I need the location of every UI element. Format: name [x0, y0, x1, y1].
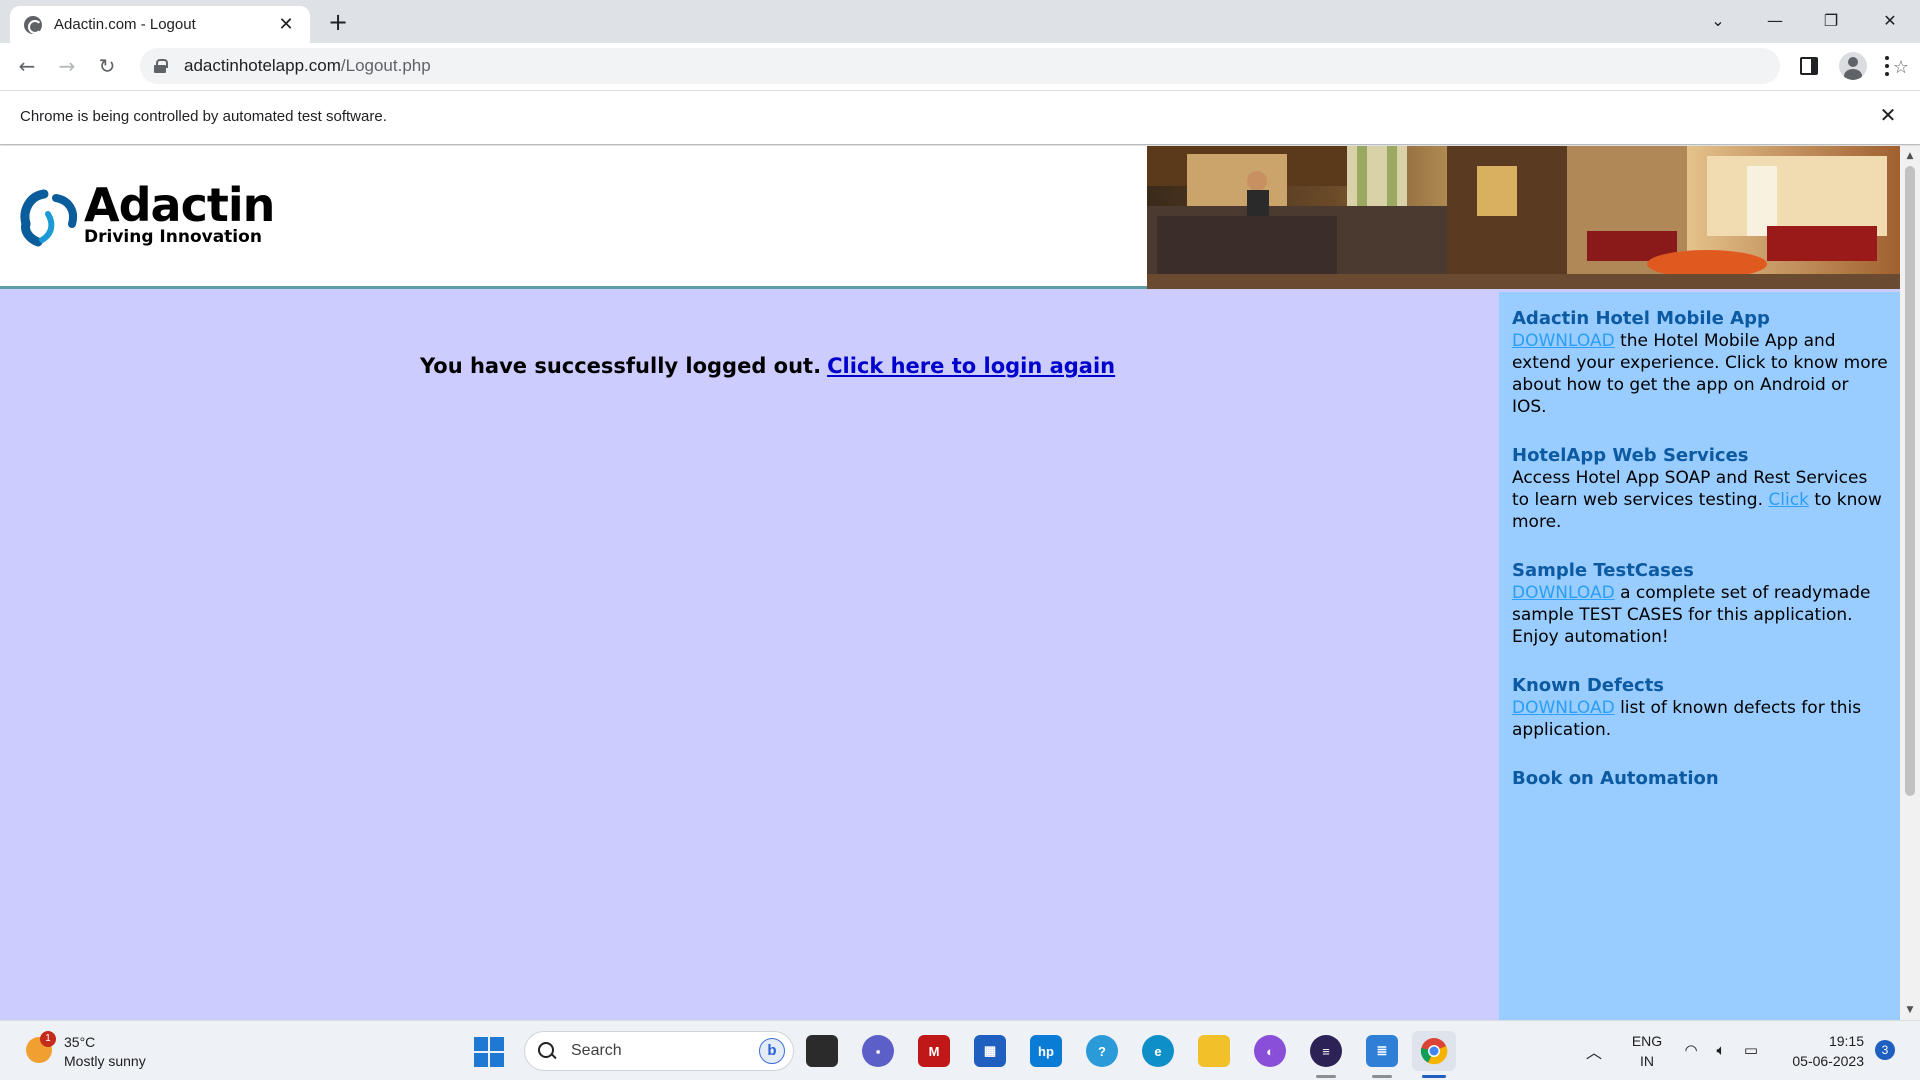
forward-arrow-icon[interactable]: → [52, 51, 82, 81]
meet-chat-icon[interactable]: ▪ [862, 1035, 894, 1067]
bookmark-star-icon[interactable]: ☆ [1890, 56, 1912, 78]
profile-avatar-icon[interactable] [1839, 52, 1867, 80]
notification-count-badge[interactable]: 3 [1875, 1040, 1895, 1060]
test-cases-title[interactable]: Sample TestCases [1512, 560, 1888, 582]
notepad-icon[interactable]: ≣ [1366, 1035, 1398, 1067]
weather-temperature: 35°C [64, 1034, 96, 1050]
scroll-up-arrow-icon[interactable]: ▲ [1900, 148, 1920, 164]
minimize-button[interactable]: — [1747, 0, 1803, 40]
test-cases-download-link[interactable]: DOWNLOAD [1512, 583, 1615, 603]
vpn-app-icon[interactable]: ◐ [1254, 1035, 1286, 1067]
windows-start-icon[interactable] [474, 1037, 504, 1067]
reload-icon[interactable]: ↻ [92, 51, 122, 81]
chrome-app-icon[interactable] [1412, 1031, 1456, 1071]
logo-tagline: Driving Innovation [84, 227, 262, 247]
scroll-down-arrow-icon[interactable]: ▼ [1900, 1002, 1920, 1018]
close-tab-icon[interactable]: ✕ [276, 14, 296, 35]
hotel-lobby-banner-image [1147, 146, 1900, 289]
test-cases-section: Sample TestCases DOWNLOAD a complete set… [1512, 560, 1888, 648]
mcafee-icon[interactable]: M [918, 1035, 950, 1067]
language-indicator[interactable]: ENG IN [1630, 1031, 1664, 1071]
mobile-app-title[interactable]: Adactin Hotel Mobile App [1512, 308, 1888, 330]
clock-date: 05-06-2023 [1792, 1053, 1864, 1069]
main-content: You have successfully logged out. Click h… [0, 292, 1499, 1020]
logout-message-line: You have successfully logged out. Click h… [420, 354, 1115, 378]
url-text[interactable]: adactinhotelapp.com/Logout.php [184, 56, 431, 76]
login-again-link[interactable]: Click here to login again [827, 354, 1115, 378]
browser-toolbar: ← → ↻ adactinhotelapp.com/Logout.php ⇪ ☆ [0, 43, 1920, 90]
myhp-icon[interactable]: hp [1030, 1035, 1062, 1067]
site-header: Adactin Driving Innovation [0, 146, 1900, 289]
eclipse-ide-icon[interactable]: ≡ [1310, 1035, 1342, 1067]
web-services-click-link[interactable]: Click [1768, 490, 1809, 510]
close-window-button[interactable]: ✕ [1862, 0, 1918, 40]
tab-title: Adactin.com - Logout [54, 16, 196, 33]
url-path: /Logout.php [340, 56, 431, 75]
known-defects-section: Known Defects DOWNLOAD list of known def… [1512, 675, 1888, 741]
volume-icon[interactable]: 🔈︎ [1710, 1039, 1732, 1061]
back-arrow-icon[interactable]: ← [12, 51, 42, 81]
lock-icon[interactable] [154, 59, 168, 73]
eclipse-running-indicator [1316, 1075, 1336, 1078]
globe-icon [24, 15, 42, 34]
url-host: adactinhotelapp.com [184, 56, 341, 75]
chrome-active-indicator [1422, 1075, 1446, 1078]
file-explorer-icon[interactable] [1198, 1035, 1230, 1067]
bing-icon[interactable]: b [759, 1038, 785, 1064]
clock-time: 19:15 [1828, 1033, 1864, 1049]
weather-description: Mostly sunny [64, 1053, 146, 1069]
tab-search-chevron-icon[interactable]: ⌄ [1690, 0, 1746, 40]
side-panel-icon[interactable] [1800, 57, 1818, 75]
browser-tab[interactable]: Adactin.com - Logout ✕ [10, 6, 310, 43]
weather-badge: 1 [40, 1031, 56, 1047]
mobile-app-download-link[interactable]: DOWNLOAD [1512, 331, 1615, 351]
windows-taskbar: 1 35°C Mostly sunny Search b ▪ M ▦ hp ? … [0, 1020, 1920, 1080]
notepad-running-indicator [1372, 1075, 1392, 1078]
taskbar-search-label: Search [571, 1042, 622, 1059]
automation-infobar: Chrome is being controlled by automated … [0, 90, 1920, 145]
battery-icon[interactable]: ▭ [1740, 1039, 1762, 1061]
search-icon [537, 1041, 557, 1061]
close-infobar-icon[interactable]: ✕ [1876, 103, 1900, 127]
logo-name: Adactin [84, 178, 275, 232]
mobile-app-section: Adactin Hotel Mobile App DOWNLOAD the Ho… [1512, 308, 1888, 418]
weather-widget[interactable]: 1 35°C Mostly sunny [24, 1031, 224, 1073]
book-section: Book on Automation [1512, 768, 1888, 790]
language-region: IN [1640, 1053, 1654, 1069]
adactin-logo[interactable]: Adactin Driving Innovation [18, 178, 298, 252]
restore-button[interactable]: ❐ [1803, 0, 1859, 40]
scrollbar-thumb[interactable] [1905, 166, 1915, 796]
task-view-icon[interactable] [806, 1035, 838, 1067]
web-services-section: HotelApp Web Services Access Hotel App S… [1512, 445, 1888, 533]
microsoft-store-icon[interactable]: ▦ [974, 1035, 1006, 1067]
logout-message: You have successfully logged out. [420, 354, 822, 378]
edge-browser-icon[interactable]: e [1142, 1035, 1174, 1067]
tab-strip: Adactin.com - Logout ✕ + ⌄ — ❐ ✕ [0, 0, 1920, 43]
adactin-logo-mark-icon [20, 189, 77, 247]
right-sidebar: Adactin Hotel Mobile App DOWNLOAD the Ho… [1499, 292, 1900, 1020]
taskbar-search-box[interactable]: Search b [524, 1031, 794, 1071]
web-services-title[interactable]: HotelApp Web Services [1512, 445, 1888, 467]
known-defects-title[interactable]: Known Defects [1512, 675, 1888, 697]
chrome-logo-icon [1420, 1038, 1448, 1065]
show-hidden-icons-chevron-icon[interactable]: ︿ [1586, 1039, 1602, 1063]
page-scrollbar[interactable]: ▲ ▼ [1900, 146, 1920, 1020]
known-defects-download-link[interactable]: DOWNLOAD [1512, 698, 1615, 718]
new-tab-button[interactable]: + [324, 8, 352, 36]
book-on-automation-title[interactable]: Book on Automation [1512, 768, 1888, 790]
language-code: ENG [1631, 1033, 1663, 1049]
infobar-text: Chrome is being controlled by automated … [20, 108, 387, 125]
get-help-icon[interactable]: ? [1086, 1035, 1118, 1067]
system-clock[interactable]: 19:15 05-06-2023 [1772, 1031, 1864, 1071]
kebab-menu-icon[interactable] [1882, 53, 1892, 79]
address-bar[interactable]: adactinhotelapp.com/Logout.php ⇪ ☆ [140, 48, 1909, 84]
web-page: Adactin Driving Innovation You have succ… [0, 146, 1900, 1020]
wifi-icon[interactable]: ◠ [1680, 1039, 1702, 1061]
